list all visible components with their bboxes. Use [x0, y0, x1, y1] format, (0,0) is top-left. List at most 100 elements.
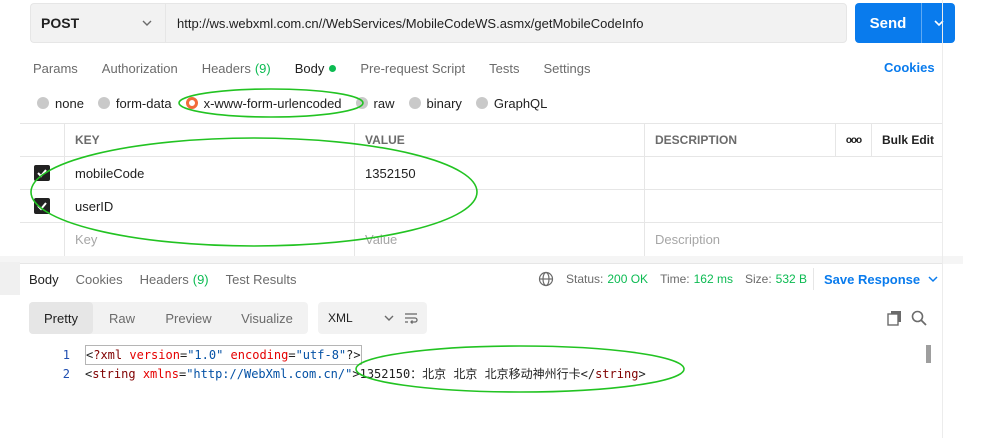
more-icon: ooo: [845, 134, 862, 146]
row-checkbox[interactable]: [20, 157, 64, 189]
globe-icon[interactable]: [538, 271, 554, 287]
more-options-button[interactable]: ooo: [835, 124, 871, 156]
response-text: 1352150：北京 北京 北京移动神州行卡: [359, 367, 581, 381]
save-response-label: Save Response: [824, 271, 921, 287]
radio-binary[interactable]: binary: [408, 95, 462, 111]
tag: string: [92, 367, 136, 381]
description-placeholder[interactable]: Description: [644, 223, 835, 256]
value-cell[interactable]: 1352150: [354, 157, 644, 189]
headers-count: (9): [254, 60, 271, 76]
radio-circle: [97, 97, 110, 109]
tab-label: Test Results: [225, 271, 297, 287]
tab-body[interactable]: Body: [295, 58, 337, 78]
table-row: mobileCode 1352150: [20, 157, 942, 190]
resp-tab-headers[interactable]: Headers (9): [140, 272, 209, 287]
key-cell[interactable]: mobileCode: [64, 157, 354, 189]
row-checkbox[interactable]: [20, 190, 64, 222]
tab-params[interactable]: Params: [33, 58, 78, 78]
description-cell[interactable]: [644, 157, 835, 189]
radio-label: GraphQL: [493, 95, 548, 111]
radio-label: x-www-form-urlencoded: [203, 95, 342, 111]
xml-decl: <?xml version="1.0" encoding="utf-8"?>: [85, 345, 362, 365]
key-placeholder[interactable]: Key: [64, 223, 354, 256]
tab-label: Tests: [489, 60, 520, 76]
table-row: userID: [20, 190, 942, 223]
radio-raw[interactable]: raw: [355, 95, 395, 111]
format-visualize[interactable]: Visualize: [226, 302, 308, 334]
chevron-down-icon: [928, 276, 938, 283]
resp-tab-cookies[interactable]: Cookies: [76, 272, 123, 287]
cookies-link[interactable]: Cookies: [884, 60, 935, 75]
punct: =: [288, 348, 296, 362]
save-response-button[interactable]: Save Response: [824, 270, 940, 288]
value-placeholder[interactable]: Value: [354, 223, 644, 256]
radio-x-www-form-urlencoded[interactable]: x-www-form-urlencoded: [185, 95, 342, 111]
body-indicator-dot: [329, 64, 337, 72]
language-select[interactable]: XML: [318, 302, 406, 334]
meta-divider: [813, 268, 814, 290]
send-options-button[interactable]: [922, 3, 955, 43]
wrap-lines-button[interactable]: [395, 302, 427, 334]
tag: string: [595, 367, 639, 381]
radio-none[interactable]: none: [37, 96, 84, 111]
tab-authorization[interactable]: Authorization: [102, 58, 178, 78]
tab-pre-request-script[interactable]: Pre-request Script: [360, 58, 465, 78]
key-cell[interactable]: userID: [64, 190, 354, 222]
radio-graphql[interactable]: GraphQL: [475, 95, 548, 111]
tab-headers[interactable]: Headers (9): [202, 58, 271, 78]
search-icon[interactable]: [910, 309, 928, 327]
tab-label: Body: [294, 60, 325, 76]
table-row-new: Key Value Description: [20, 223, 942, 256]
check-icon: [34, 165, 50, 181]
attr: xmlns: [142, 367, 179, 381]
radio-circle: [475, 97, 488, 109]
header-description: DESCRIPTION: [644, 124, 835, 156]
table-header-row: KEY VALUE DESCRIPTION ooo Bulk Edit: [20, 124, 942, 157]
response-code[interactable]: 1 <?xml version="1.0" encoding="utf-8"?> …: [50, 345, 646, 383]
tab-label: Headers: [139, 271, 189, 287]
check-icon: [34, 198, 50, 214]
format-toggle: Pretty Raw Preview Visualize: [29, 302, 308, 334]
time-value[interactable]: 162 ms: [694, 272, 733, 286]
copy-icon[interactable]: [886, 309, 904, 327]
postman-app: POST http://ws.webxml.com.cn//WebService…: [0, 0, 963, 438]
punct: >: [352, 367, 360, 381]
tab-tests[interactable]: Tests: [489, 58, 519, 78]
status-label: Status:: [566, 272, 604, 286]
size-value[interactable]: 532 B: [776, 272, 807, 286]
body-type-radios: none form-data x-www-form-urlencoded raw…: [37, 94, 561, 112]
url-input[interactable]: http://ws.webxml.com.cn//WebServices/Mob…: [165, 3, 847, 43]
status-value[interactable]: 200 OK: [607, 272, 648, 286]
time-label: Time:: [660, 272, 690, 286]
method-select[interactable]: POST: [30, 3, 166, 43]
attr-value: "1.0": [187, 348, 224, 362]
bulk-edit-button[interactable]: Bulk Edit: [871, 124, 942, 156]
format-pretty[interactable]: Pretty: [29, 302, 93, 334]
format-preview[interactable]: Preview: [151, 302, 226, 334]
code-line: 1 <?xml version="1.0" encoding="utf-8"?>: [50, 345, 646, 365]
radio-label: raw: [373, 95, 395, 111]
tab-label: Cookies: [75, 271, 123, 287]
radio-label: binary: [426, 95, 462, 111]
send-button[interactable]: Send: [855, 3, 955, 43]
response-tabs: Body Cookies Headers (9) Test Results: [29, 270, 313, 288]
tab-label: Settings: [543, 60, 591, 76]
format-raw[interactable]: Raw: [93, 302, 151, 334]
tab-settings[interactable]: Settings: [543, 58, 590, 78]
resp-tab-body[interactable]: Body: [29, 272, 59, 287]
value-cell[interactable]: [354, 190, 644, 222]
response-meta: Status: 200 OK Time: 162 ms Size: 532 B: [538, 270, 819, 288]
window-edge: [942, 0, 943, 438]
attr-value: "http://WebXml.com.cn/": [186, 367, 353, 381]
header-value: VALUE: [354, 124, 644, 156]
radio-form-data[interactable]: form-data: [97, 96, 172, 111]
send-label: Send: [869, 14, 907, 32]
request-tabs: Params Authorization Headers (9) Body Pre…: [33, 58, 614, 78]
radio-circle-selected: [185, 97, 198, 109]
attr: encoding: [230, 348, 289, 362]
description-cell[interactable]: [644, 190, 835, 222]
row-spacer: [835, 190, 871, 222]
resp-tab-test-results[interactable]: Test Results: [226, 272, 297, 287]
header-checkbox-col: [20, 124, 64, 156]
scrollbar[interactable]: [926, 345, 931, 363]
